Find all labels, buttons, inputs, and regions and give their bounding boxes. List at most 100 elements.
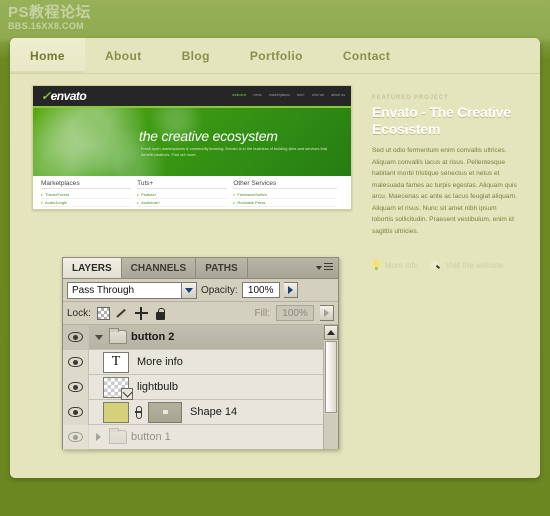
layer-name: button 2: [131, 331, 175, 343]
banner-link-aboutus[interactable]: about us: [331, 93, 345, 97]
smart-object-thumbnail: [103, 376, 133, 400]
layer-name: Shape 14: [190, 406, 238, 418]
lock-row: Lock: Fill: 100%: [63, 302, 338, 325]
link-icon[interactable]: [132, 402, 145, 423]
nav-item-about[interactable]: About: [85, 38, 162, 73]
banner-column-link[interactable]: Psdtuts+: [137, 191, 228, 199]
lock-label: Lock:: [67, 307, 91, 319]
banner-link-welcome[interactable]: welcome: [232, 93, 246, 97]
group-expand-toggle[interactable]: [92, 334, 105, 340]
banner-hero-title: the creative ecosystem: [139, 128, 278, 144]
nav-item-contact[interactable]: Contact: [323, 38, 410, 73]
eye-icon: [68, 357, 83, 367]
banner-column-link[interactable]: AudioJungle: [41, 199, 132, 207]
layer-visibility-toggle[interactable]: [63, 349, 89, 375]
banner-column-link[interactable]: ThemeForest: [41, 207, 131, 209]
folder-icon: [109, 428, 127, 444]
banner-column-link[interactable]: FreelanceSwitch: [233, 191, 337, 199]
visit-website-label: Visit the website: [445, 261, 504, 270]
layer-row-shape-14[interactable]: Shape 14: [63, 399, 323, 425]
featured-buttons: More info Visit the website: [372, 260, 503, 271]
opacity-input[interactable]: 100%: [241, 282, 280, 298]
banner-column-link[interactable]: Audiotuts+: [137, 199, 228, 207]
banner-column-heading: Marketplaces: [41, 180, 132, 189]
layer-row-lightbulb[interactable]: lightbulb: [63, 374, 323, 400]
chevron-down-icon: [94, 334, 103, 340]
hamburger-icon: [324, 263, 333, 272]
fill-input[interactable]: 100%: [276, 305, 314, 321]
eye-icon: [68, 332, 83, 342]
scrollbar-track[interactable]: [324, 414, 338, 449]
watermark-line-1: PS教程论坛: [8, 4, 92, 21]
layer-name: button 1: [131, 431, 171, 443]
layer-visibility-toggle[interactable]: [63, 374, 89, 400]
featured-kicker: FEATURED PROJECT: [372, 95, 449, 101]
blend-mode-select[interactable]: Pass Through: [67, 281, 197, 299]
more-info-button[interactable]: More info: [372, 260, 418, 271]
envato-logo-text: envato: [50, 89, 87, 103]
visit-website-button[interactable]: Visit the website: [430, 260, 503, 271]
layers-list: button 2 T More info lightbulb Shape 14 …: [63, 324, 338, 450]
banner-hero-subtitle: Fresh open marketplaces & community lear…: [141, 146, 327, 158]
opacity-stepper[interactable]: [283, 282, 298, 298]
opacity-label: Opacity:: [201, 284, 238, 296]
blend-mode-row: Pass Through Opacity: 100%: [63, 279, 338, 302]
scroll-up-button[interactable]: [324, 325, 338, 340]
banner-column-link[interactable]: ThemeForest: [41, 191, 132, 199]
layer-visibility-toggle[interactable]: [63, 424, 89, 450]
tab-paths-label: PATHS: [205, 262, 238, 274]
lock-image-icon[interactable]: [116, 307, 129, 320]
tab-channels-label: CHANNELS: [130, 262, 187, 274]
envato-tick-icon: ✓: [41, 89, 51, 103]
text-layer-thumbnail: T: [103, 351, 129, 373]
fill-stepper[interactable]: [320, 305, 334, 321]
featured-title: Envato - The Creative Ecosistem: [372, 104, 511, 137]
chevron-down-icon[interactable]: [181, 282, 196, 298]
banner-column-link[interactable]: Rockable Press: [233, 199, 337, 207]
banner-column-heading: Tuts+: [137, 180, 228, 189]
chevron-right-icon: [96, 433, 101, 441]
layer-visibility-toggle[interactable]: [63, 324, 89, 350]
layer-row-button-1[interactable]: button 1: [63, 424, 323, 450]
lock-all-icon[interactable]: [154, 307, 167, 320]
nav-item-contact-label: Contact: [342, 48, 391, 63]
chevron-up-icon: [327, 330, 335, 335]
banner-column-tuts: Tuts+ Psdtuts+ Audiotuts+ Vectortuts+: [137, 180, 233, 209]
tab-channels[interactable]: CHANNELS: [121, 258, 197, 278]
lock-position-icon[interactable]: [134, 306, 148, 320]
watermark-line-2: BBS.16XX8.COM: [8, 21, 84, 32]
banner-column-marketplaces: Marketplaces ThemeForest AudioJungle The…: [41, 180, 137, 209]
banner-column-link[interactable]: Vectortuts+: [137, 207, 227, 209]
banner-column-other-services: Other Services FreelanceSwitch Rockable …: [233, 180, 343, 209]
layer-visibility-toggle[interactable]: [63, 399, 89, 425]
nav-item-portfolio[interactable]: Portfolio: [230, 38, 323, 73]
layer-name: More info: [137, 356, 183, 368]
nav-item-blog[interactable]: Blog: [162, 38, 230, 73]
banner-link-tuts[interactable]: tuts+: [297, 93, 305, 97]
banner-link-news[interactable]: news: [253, 93, 261, 97]
banner-link-marketplaces[interactable]: marketplaces: [269, 93, 290, 97]
tab-layers[interactable]: LAYERS: [63, 258, 122, 278]
nav-item-portfolio-label: Portfolio: [249, 48, 303, 63]
layer-row-more-info[interactable]: T More info: [63, 349, 323, 375]
magnifier-icon: [430, 260, 441, 271]
nav-item-home[interactable]: Home: [10, 38, 85, 73]
nav-item-about-label: About: [104, 48, 142, 63]
scrollbar-thumb[interactable]: [325, 341, 337, 413]
group-expand-toggle[interactable]: [92, 433, 105, 441]
lightbulb-icon: [372, 260, 381, 271]
tab-layers-label: LAYERS: [72, 262, 112, 274]
vector-mask-thumbnail: [148, 401, 182, 423]
lock-transparency-icon[interactable]: [96, 306, 110, 320]
layer-row-button-2[interactable]: button 2: [63, 324, 323, 350]
panel-menu-button[interactable]: [316, 263, 333, 272]
more-info-label: More info: [385, 261, 419, 270]
tab-paths[interactable]: PATHS: [196, 258, 248, 278]
content-card: Home About Blog Portfolio Contact ✓envat…: [10, 38, 540, 478]
fill-value: 100%: [282, 307, 308, 319]
banner-link-whowe[interactable]: who we: [312, 93, 324, 97]
layers-scrollbar[interactable]: [323, 325, 338, 449]
banner-hero: the creative ecosystem Fresh open market…: [33, 108, 351, 176]
photoshop-layers-panel: LAYERS CHANNELS PATHS Pass Through Opaci…: [62, 257, 339, 450]
banner-column-link[interactable]: Creattica Daily: [233, 207, 337, 209]
